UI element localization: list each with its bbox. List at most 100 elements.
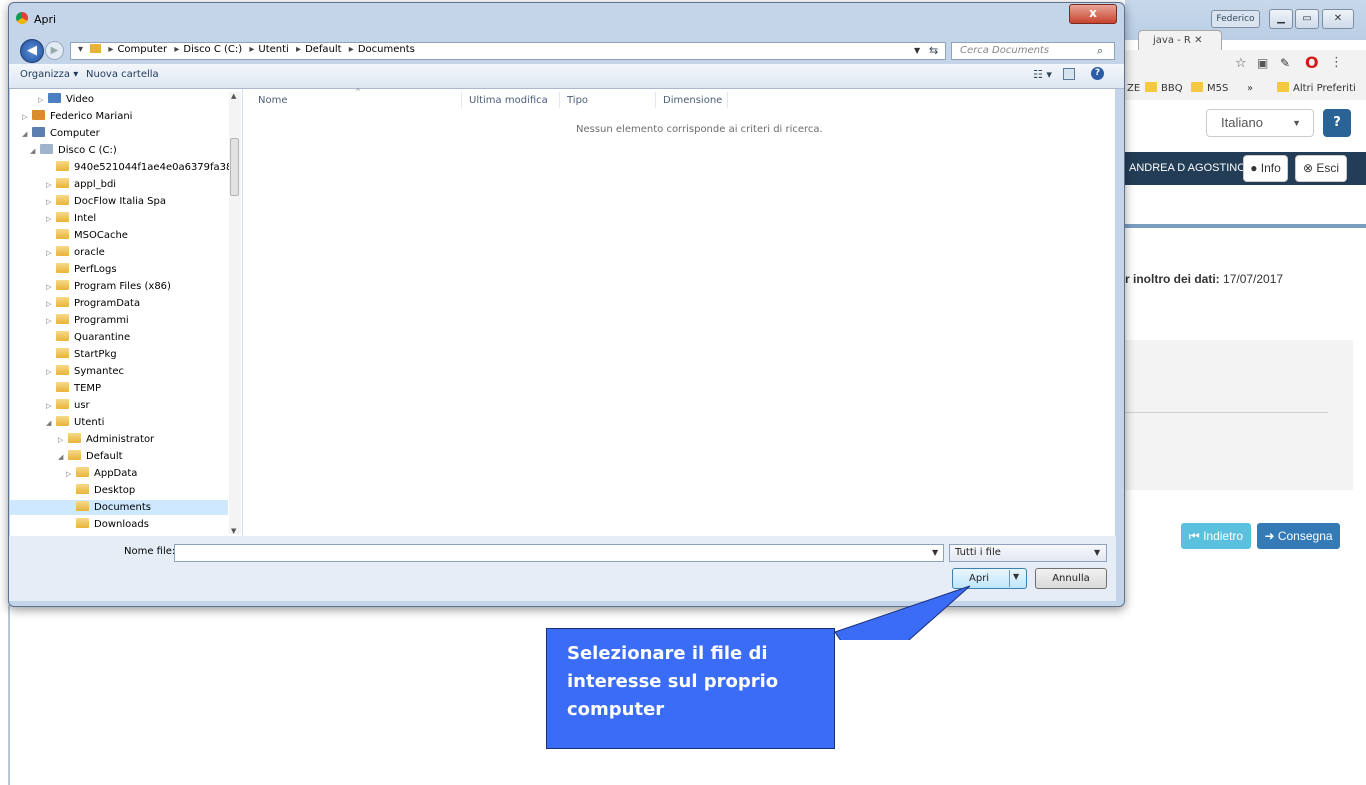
- expand-arrow-icon[interactable]: ▷: [46, 280, 56, 295]
- bookmark-item[interactable]: M5S: [1191, 82, 1228, 96]
- expand-arrow-icon[interactable]: ▷: [58, 433, 68, 448]
- address-dropdown-icon[interactable]: ▼: [914, 46, 920, 55]
- tree-item-folder[interactable]: Desktop: [76, 483, 135, 498]
- expand-arrow-icon[interactable]: ▷: [46, 178, 56, 193]
- file-type-select[interactable]: Tutti i file: [949, 544, 1107, 562]
- back-button[interactable]: ⏮ Indietro: [1181, 523, 1251, 549]
- tree-item-folder[interactable]: ▷ Administrator: [58, 432, 154, 447]
- tree-item-user[interactable]: ▷ Federico Mariani: [22, 109, 132, 124]
- expand-arrow-icon[interactable]: ▷: [46, 365, 56, 380]
- column-header-type[interactable]: Tipo: [567, 95, 588, 106]
- submit-button[interactable]: ➜ Consegna: [1257, 523, 1340, 549]
- chevron-down-icon[interactable]: ▼: [1094, 548, 1100, 557]
- expand-arrow-icon[interactable]: ▷: [22, 110, 32, 125]
- window-close-button[interactable]: ✕: [1322, 9, 1354, 29]
- organize-menu[interactable]: Organizza ▾: [20, 69, 78, 80]
- computer-icon: [32, 127, 45, 137]
- opera-icon[interactable]: O: [1305, 53, 1319, 72]
- view-options-icon[interactable]: ☷ ▾: [1033, 68, 1052, 81]
- breadcrumb-item[interactable]: Disco C (C:): [183, 44, 242, 55]
- cancel-button[interactable]: Annulla: [1035, 568, 1107, 589]
- browser-tab[interactable]: java - R ✕: [1138, 30, 1222, 50]
- scroll-up-icon[interactable]: ▲: [231, 92, 236, 100]
- tree-item-folder[interactable]: ▷ AppData: [66, 466, 137, 481]
- menu-icon[interactable]: ⋮: [1330, 55, 1343, 70]
- collapse-arrow-icon[interactable]: ◢: [30, 144, 40, 159]
- tree-item-folder[interactable]: TEMP: [56, 381, 101, 396]
- help-button[interactable]: ?: [1323, 109, 1351, 137]
- bookmark-item[interactable]: Altri Preferiti: [1277, 82, 1356, 96]
- profile-button[interactable]: Federico: [1211, 10, 1260, 28]
- breadcrumb-item[interactable]: Default: [305, 44, 342, 55]
- tree-item-folder[interactable]: MSOCache: [56, 228, 128, 243]
- pen-extension-icon[interactable]: ✎: [1280, 56, 1290, 70]
- expand-arrow-icon[interactable]: ▷: [46, 212, 56, 227]
- tree-item-folder[interactable]: StartPkg: [56, 347, 117, 362]
- tree-item-folder[interactable]: ▷ appl_bdi: [46, 177, 116, 192]
- new-folder-button[interactable]: Nuova cartella: [86, 69, 159, 80]
- tree-item-folder[interactable]: ▷ oracle: [46, 245, 105, 260]
- tree-item-folder[interactable]: ▷ Program Files (x86): [46, 279, 171, 294]
- collapse-arrow-icon[interactable]: ◢: [22, 127, 32, 142]
- tree-item-folder[interactable]: ▷ ProgramData: [46, 296, 140, 311]
- breadcrumb-item[interactable]: Utenti: [258, 44, 288, 55]
- collapse-arrow-icon[interactable]: ◢: [58, 450, 68, 465]
- tree-item-folder[interactable]: ▷ Intel: [46, 211, 96, 226]
- tree-item-folder[interactable]: ▷ Programmi: [46, 313, 129, 328]
- form-panel: [1125, 340, 1353, 490]
- tree-item-documents-selected[interactable]: Documents: [10, 500, 228, 515]
- tree-item-folder[interactable]: 940e521044f1ae4e0a6379fa38: [56, 160, 232, 175]
- logout-button[interactable]: ⊗ Esci: [1295, 155, 1347, 182]
- tree-item-folder[interactable]: ▷ Symantec: [46, 364, 124, 379]
- forward-arrow-icon[interactable]: ▶: [45, 41, 64, 60]
- extension-icon[interactable]: ▣: [1257, 56, 1268, 70]
- expand-arrow-icon[interactable]: ▷: [46, 195, 56, 210]
- maximize-button[interactable]: ▭: [1295, 9, 1319, 29]
- info-button[interactable]: ● Info: [1243, 155, 1288, 182]
- tree-item-video[interactable]: ▷ Video: [38, 92, 94, 107]
- dialog-close-button[interactable]: x: [1069, 4, 1117, 24]
- expand-arrow-icon[interactable]: ▷: [46, 314, 56, 329]
- refresh-icon[interactable]: ⇆: [929, 44, 938, 57]
- search-icon[interactable]: ⌕: [1097, 44, 1103, 58]
- tree-item-folder[interactable]: ◢ Default: [58, 449, 123, 464]
- preview-pane-icon[interactable]: [1063, 68, 1075, 80]
- tree-item-folder[interactable]: PerfLogs: [56, 262, 117, 277]
- language-select[interactable]: Italiano ▼: [1206, 109, 1314, 137]
- filename-field[interactable]: [174, 544, 944, 562]
- breadcrumb-item[interactable]: Computer: [117, 44, 167, 55]
- back-arrow-icon[interactable]: ◀: [20, 39, 44, 63]
- bookmark-label: BBQ: [1161, 83, 1183, 94]
- file-list-pane[interactable]: [243, 89, 1115, 536]
- column-header-name[interactable]: Nome: [258, 95, 288, 106]
- bookmarks-overflow[interactable]: »: [1247, 82, 1253, 96]
- bookmark-item[interactable]: BBQ: [1145, 82, 1183, 96]
- minimize-button[interactable]: ▁: [1269, 9, 1293, 29]
- tree-item-folder[interactable]: ▷ usr: [46, 398, 90, 413]
- tree-item-computer[interactable]: ◢ Computer: [22, 126, 100, 141]
- search-input[interactable]: Cerca Documents: [951, 42, 1115, 60]
- breadcrumb-item[interactable]: Documents: [358, 44, 415, 55]
- expand-arrow-icon[interactable]: ▷: [46, 297, 56, 312]
- collapse-arrow-icon[interactable]: ◢: [46, 416, 56, 431]
- help-icon[interactable]: ?: [1091, 67, 1104, 80]
- bookmark-item[interactable]: ZE: [1127, 82, 1140, 96]
- tree-item-folder[interactable]: Downloads: [76, 517, 149, 532]
- expand-arrow-icon[interactable]: ▷: [38, 93, 48, 108]
- tree-item-drive[interactable]: ◢ Disco C (C:): [30, 143, 117, 158]
- expand-arrow-icon[interactable]: ▷: [46, 246, 56, 261]
- scroll-down-icon[interactable]: ▼: [231, 527, 236, 535]
- expand-arrow-icon[interactable]: ▷: [46, 399, 56, 414]
- column-header-size[interactable]: Dimensione: [663, 95, 722, 106]
- column-header-modified[interactable]: Ultima modifica: [469, 95, 548, 106]
- tree-item-folder[interactable]: Quarantine: [56, 330, 130, 345]
- history-dropdown-icon[interactable]: ▾: [78, 44, 83, 55]
- filename-dropdown-icon[interactable]: ▼: [932, 548, 938, 557]
- tree-item-folder[interactable]: ◢ Utenti: [46, 415, 104, 430]
- tree-item-folder[interactable]: ▷ DocFlow Italia Spa: [46, 194, 166, 209]
- nav-scrollbar-thumb[interactable]: [230, 138, 239, 196]
- star-icon[interactable]: ☆: [1235, 56, 1247, 71]
- tab-close-icon[interactable]: ✕: [1194, 35, 1202, 46]
- expand-arrow-icon[interactable]: ▷: [66, 467, 76, 482]
- open-options-icon[interactable]: ▼: [1013, 572, 1019, 581]
